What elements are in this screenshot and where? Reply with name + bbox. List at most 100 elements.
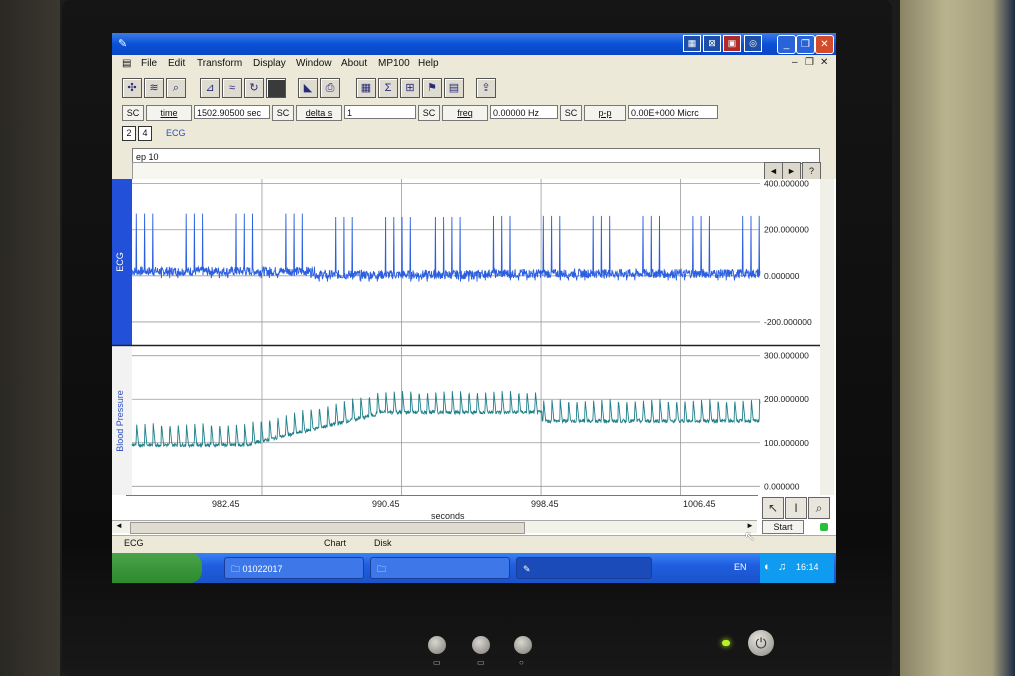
monitor-menu-button[interactable]: [428, 636, 446, 654]
close-button[interactable]: ✕: [815, 35, 834, 54]
record-icon[interactable]: ▣: [723, 35, 741, 52]
menu-transform[interactable]: Transform: [197, 58, 242, 69]
measurement-row: SC time 1502.90500 sec SC delta s 1 SC f…: [112, 101, 836, 125]
monitor-adjust-button[interactable]: [514, 636, 532, 654]
y-tick-1-0: 300.000000: [764, 351, 809, 361]
y-tick-0-1: 200.000000: [764, 225, 809, 235]
chart-svg: ECG 400.000000 200.000000 0.000000 -200.0000…: [112, 179, 834, 495]
measure-type-time[interactable]: time: [146, 105, 192, 121]
status-disk: Disk: [374, 538, 392, 548]
task-folder-1-label: 01022017: [242, 564, 283, 574]
measure-sc-4[interactable]: SC: [560, 105, 582, 121]
taskbar: 🗀 01022017 🗀 ✎ EN ◐ ♫ 16:14: [112, 553, 836, 583]
mouse-cursor-icon: ↖: [744, 528, 756, 544]
scale-tool-icon[interactable]: ≋: [144, 78, 164, 98]
menu-window[interactable]: Window: [296, 58, 332, 69]
measure-value-freq: 0.00000 Hz: [490, 105, 558, 119]
measure-sc-2[interactable]: SC: [272, 105, 294, 121]
ibeam-tool-icon[interactable]: I: [785, 497, 807, 519]
menu-display[interactable]: Display: [253, 58, 286, 69]
marker-icon[interactable]: ◣: [298, 78, 318, 98]
measure-value-delta: 1: [344, 105, 416, 119]
start-menu-button[interactable]: [112, 553, 202, 583]
menu-mp100[interactable]: MP100: [378, 58, 410, 69]
waveform-0: [131, 213, 761, 282]
menu-about[interactable]: About: [341, 58, 367, 69]
measure-type-delta[interactable]: delta s: [296, 105, 342, 121]
overlap-icon[interactable]: ⊿: [200, 78, 220, 98]
power-icon[interactable]: ⏻: [748, 630, 774, 656]
settings-icon[interactable]: ◎: [744, 35, 762, 52]
measure-sc-3[interactable]: SC: [418, 105, 440, 121]
language-indicator[interactable]: EN: [734, 562, 747, 572]
y-tick-1-1: 200.000000: [764, 394, 809, 404]
channel-name-0: ECG: [115, 252, 125, 272]
status-channel: ECG: [124, 538, 144, 548]
task-folder-2[interactable]: 🗀: [370, 557, 510, 579]
measure-type-pp[interactable]: p-p: [584, 105, 626, 121]
x-tick-3: 1006.45: [683, 499, 716, 509]
x-tick-2: 998.45: [531, 499, 559, 509]
tile-icon[interactable]: ⊠: [703, 35, 721, 52]
bezel-label-1: ▭: [433, 658, 441, 667]
measure-type-freq[interactable]: freq: [442, 105, 488, 121]
y-tick-1-3: 0.000000: [764, 481, 800, 491]
mdi-close-button[interactable]: ✕: [820, 57, 828, 68]
export-icon[interactable]: ⇪: [476, 78, 496, 98]
y-tick-0-2: 0.000000: [764, 271, 800, 281]
folder-icon-2: 🗀: [377, 564, 387, 574]
minimize-button[interactable]: _: [777, 35, 796, 54]
start-button[interactable]: Start: [762, 520, 804, 534]
task-folder-1[interactable]: 🗀 01022017: [224, 557, 364, 579]
menu-edit[interactable]: Edit: [168, 58, 185, 69]
x-tick-1: 990.45: [372, 499, 400, 509]
tray-volume-icon[interactable]: ♫: [778, 561, 786, 573]
arrow-tool-icon[interactable]: ✣: [122, 78, 142, 98]
zoom-tool-icon-right[interactable]: ⌕: [808, 497, 830, 519]
status-led: [820, 523, 828, 531]
mdi-minimize-button[interactable]: –: [792, 57, 798, 68]
vertical-scrollbar: [820, 179, 834, 495]
channel-box-4[interactable]: 4: [138, 126, 152, 141]
tray-network-icon[interactable]: ◐: [764, 561, 771, 573]
stop-icon[interactable]: [266, 78, 286, 98]
monitor-select-button[interactable]: [472, 636, 490, 654]
y-tick-0-3: -200.000000: [764, 317, 812, 327]
menu-help[interactable]: Help: [418, 58, 439, 69]
menu-file[interactable]: File: [141, 58, 157, 69]
grid-view-icon[interactable]: ▦: [683, 35, 701, 52]
flag-icon[interactable]: ⚑: [422, 78, 442, 98]
doc-icon[interactable]: ▤: [122, 58, 131, 69]
toolbar: ✣ ≋ ⌕ ⊿ ≈ ↻ ◣ ⎙ ▦ Σ ⊞ ⚑ ▤ ⇪: [112, 74, 836, 100]
menu-bar: ▤ File Edit Transform Display Window Abo…: [112, 55, 836, 73]
split-icon[interactable]: ≈: [222, 78, 242, 98]
screen: ✎ ▦ ⊠ ▣ ◎ _ ❐ ✕ ▤ File Edit Transform Di…: [112, 33, 836, 583]
journal-icon[interactable]: ▤: [444, 78, 464, 98]
y-tick-0-0: 400.000000: [764, 179, 809, 189]
zoom-tool-icon[interactable]: ⌕: [166, 78, 186, 98]
table-icon[interactable]: ⊞: [400, 78, 420, 98]
sigma-icon[interactable]: Σ: [378, 78, 398, 98]
grid-icon[interactable]: ▦: [356, 78, 376, 98]
mdi-restore-button[interactable]: ❐: [805, 57, 814, 68]
horizontal-scrollbar[interactable]: ◄ ►: [112, 520, 757, 534]
scroll-left-icon[interactable]: ◄: [115, 521, 123, 530]
app-task-icon: ✎: [523, 564, 531, 574]
pointer-tool-icon[interactable]: ↖: [762, 497, 784, 519]
restore-button[interactable]: ❐: [796, 35, 815, 54]
print-icon[interactable]: ⎙: [320, 78, 340, 98]
channel-row: 2 4 ECG: [112, 125, 836, 143]
scroll-thumb[interactable]: [130, 522, 525, 534]
task-app[interactable]: ✎: [516, 557, 652, 579]
status-bar: ECG Chart Disk: [112, 535, 836, 552]
channel-name-1: Blood Pressure: [115, 390, 125, 452]
auto-scale-icon[interactable]: ↻: [244, 78, 264, 98]
x-tick-0: 982.45: [212, 499, 240, 509]
background-wall-left: [0, 0, 60, 676]
measure-sc-1[interactable]: SC: [122, 105, 144, 121]
folder-icon: 🗀: [231, 564, 243, 574]
measure-value-pp: 0.00E+000 Micrc: [628, 105, 718, 119]
channel-box-2[interactable]: 2: [122, 126, 136, 141]
y-tick-1-2: 100.000000: [764, 438, 809, 448]
power-led: [722, 640, 730, 646]
